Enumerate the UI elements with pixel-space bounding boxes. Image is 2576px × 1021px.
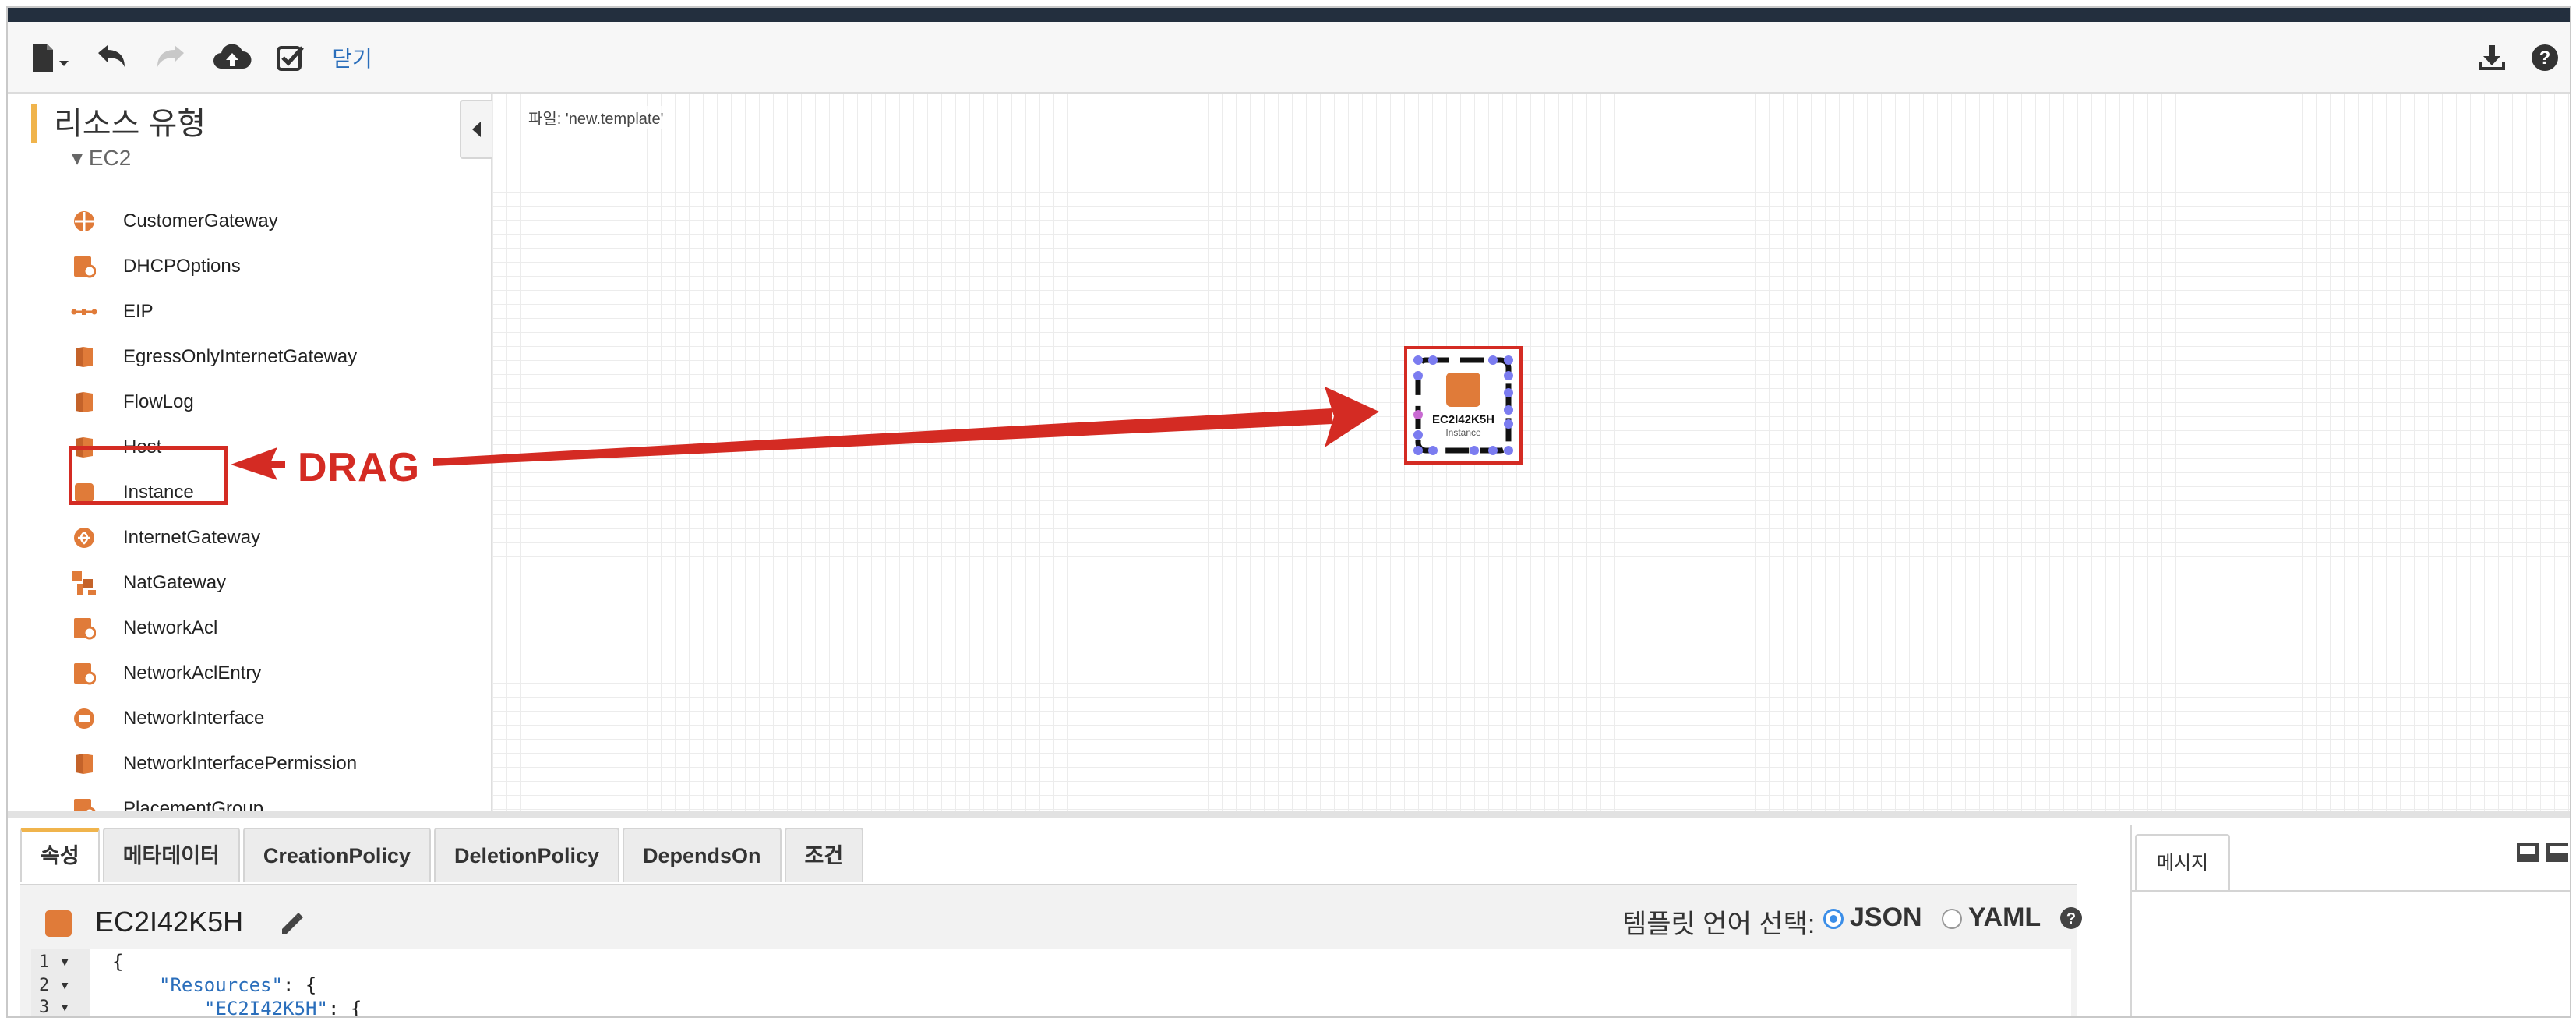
nat-gateway-icon [70,569,98,597]
resource-label: NatGateway [123,572,227,593]
svg-text:?: ? [2539,48,2551,69]
line-number: 3 ▾ [39,998,70,1017]
eip-icon [70,298,98,326]
resource-label: FlowLog [123,391,194,412]
yaml-option-label[interactable]: YAML [1968,903,2041,933]
resource-label: NetworkAclEntry [123,662,262,684]
placement-group-icon [70,795,98,811]
line-number: 1 ▾ [39,952,70,972]
json-radio[interactable] [1823,909,1844,929]
network-acl-entry-icon [70,659,98,687]
resource-item-placementgroup[interactable]: PlacementGroup [70,793,263,811]
resource-label: EIP [123,301,154,322]
resource-item-networkinterface[interactable]: NetworkInterface [70,703,264,734]
tab-metadata[interactable]: 메타데이터 [102,828,240,882]
node-frame [1413,355,1513,455]
resource-item-networkinterfacepermission[interactable]: NetworkInterfacePermission [70,748,357,779]
code-line: "EC2I42K5H": { [204,998,362,1018]
tab-depends-on[interactable]: DependsOn [623,828,782,882]
resource-item-dhcpoptions[interactable]: DHCPOptions [70,251,241,282]
toolbar: 닫기 ? [8,22,2570,94]
instance-highlight-box [69,446,228,505]
dhcp-options-icon [70,253,98,281]
tab-deletion-policy[interactable]: DeletionPolicy [433,828,619,882]
tab-properties[interactable]: 속성 [20,828,100,882]
close-button[interactable]: 닫기 [329,39,376,76]
redo-icon[interactable] [150,39,190,76]
resource-label: CustomerGateway [123,210,278,231]
resource-label: NetworkAcl [123,617,218,638]
network-interface-icon [70,705,98,733]
line-number: 2 ▾ [39,976,70,995]
design-canvas[interactable]: 파일: 'new.template' EC2I42K5H Instance [492,94,2570,811]
help-icon[interactable]: ? [2526,39,2564,76]
resource-item-natgateway[interactable]: NatGateway [70,567,226,599]
resource-label: NetworkInterfacePermission [123,753,358,774]
customer-gateway-icon [70,207,98,235]
collapse-panel-button[interactable] [460,100,492,159]
resource-label: InternetGateway [123,527,261,548]
property-tabs: 속성 메타데이터 CreationPolicy DeletionPolicy D… [20,828,866,884]
template-language-label: 템플릿 언어 선택: [1622,910,1816,939]
tab-messages[interactable]: 메시지 [2135,834,2230,890]
egress-gateway-icon [70,343,98,371]
node-type: Instance [1445,427,1481,438]
validate-icon[interactable] [271,39,312,76]
resource-item-flowlog[interactable]: FlowLog [70,387,194,418]
layout-toggle-icon[interactable] [2515,842,2570,865]
json-option-label[interactable]: JSON [1850,903,1922,933]
resource-label: EgressOnlyInternetGateway [123,346,358,367]
instance-node[interactable]: EC2I42K5H Instance [1404,346,1523,465]
resource-item-egressonlyinternetgateway[interactable]: EgressOnlyInternetGateway [70,341,357,373]
edit-pencil-icon[interactable] [277,909,305,937]
resource-name: EC2I42K5H [95,906,244,938]
code-line: "Resources": { [159,974,317,996]
new-file-icon[interactable] [26,39,76,76]
messages-panel: 메시지 [2130,825,2570,1016]
resource-label: NetworkInterface [123,708,265,729]
tab-creation-policy[interactable]: CreationPolicy [242,828,431,882]
resource-item-eip[interactable]: EIP [70,296,154,327]
resource-item-networkaclentry[interactable]: NetworkAclEntry [70,658,261,689]
code-line: { [112,951,124,973]
code-editor[interactable]: 1 ▾ 2 ▾ 3 ▾ { "Resources": { "EC2I42K5H"… [31,949,2071,1016]
svg-text:?: ? [2066,910,2076,927]
node-name: EC2I42K5H [1431,413,1495,426]
drag-label: DRAG [298,445,421,490]
tab-condition[interactable]: 조건 [784,828,864,882]
chevron-left-icon [472,122,481,137]
download-icon[interactable] [2473,39,2511,76]
help-icon[interactable]: ? [2059,906,2084,931]
cloud-upload-icon[interactable] [209,39,256,76]
properties-panel: 속성 메타데이터 CreationPolicy DeletionPolicy D… [8,818,2570,1016]
resource-item-internetgateway[interactable]: InternetGateway [70,522,260,553]
resource-item-networkacl[interactable]: NetworkAcl [70,613,217,644]
undo-icon[interactable] [92,39,132,76]
resource-group-ec2[interactable]: ▾ EC2 [72,145,131,171]
title-bar [8,8,2570,22]
network-acl-icon [70,614,98,642]
app-window: 닫기 ? 리소스 유형 ▾ EC2 CustomerGateway DHCPOp… [6,6,2571,1018]
group-label: EC2 [88,146,132,170]
resource-label: DHCPOptions [123,256,241,277]
panel-title: 리소스 유형 [31,104,206,143]
flowlog-icon [70,388,98,416]
instance-icon [45,910,72,937]
file-label: 파일: 'new.template' [528,106,664,129]
yaml-radio[interactable] [1942,909,1962,929]
internet-gateway-icon [70,524,98,552]
resource-label: PlacementGroup [123,798,264,811]
resource-item-customergateway[interactable]: CustomerGateway [70,206,278,237]
network-interface-permission-icon [70,750,98,778]
